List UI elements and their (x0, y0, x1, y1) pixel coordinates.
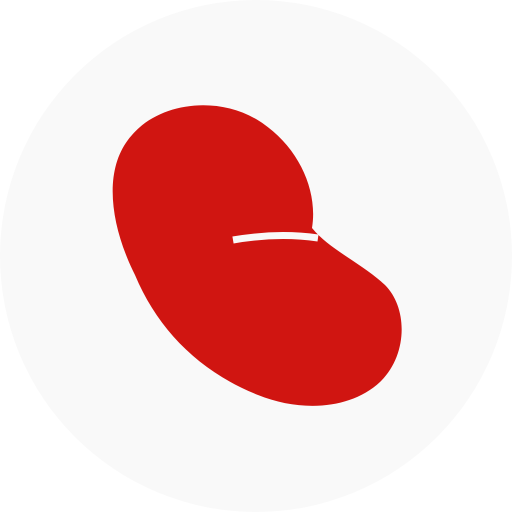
app-icon-canvas (0, 0, 512, 512)
app-icon (0, 0, 512, 512)
